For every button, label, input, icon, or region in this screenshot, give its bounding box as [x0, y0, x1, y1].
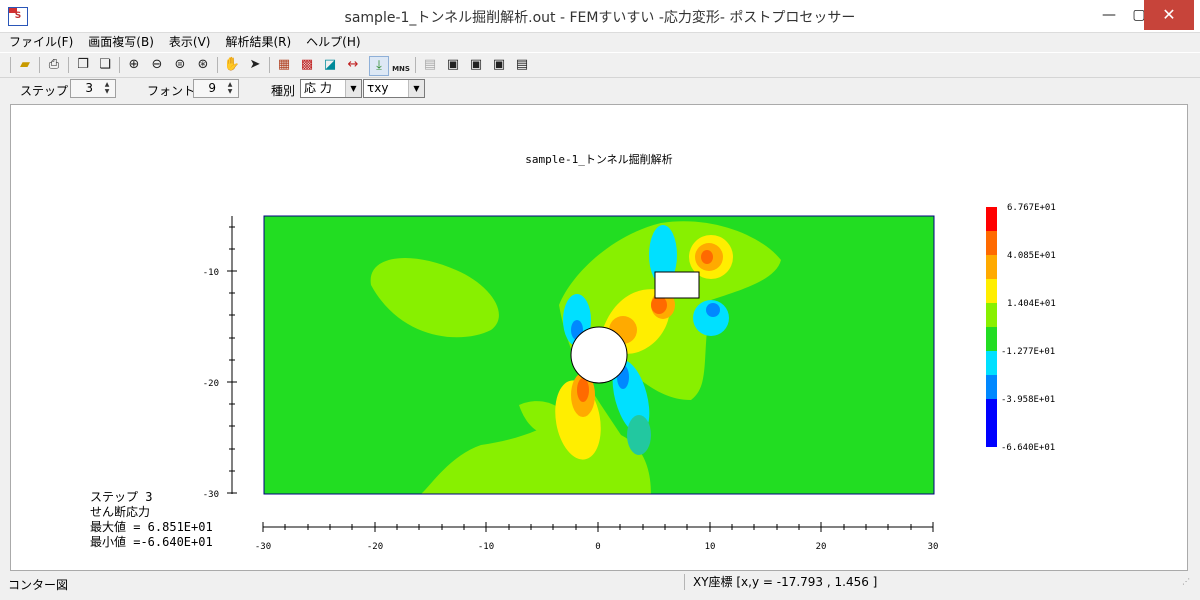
export-icon[interactable]: ⤓: [369, 56, 389, 76]
toolbar-separator: [415, 57, 416, 73]
legend-swatch: [986, 351, 997, 375]
legend-label: -1.277E+01: [1001, 347, 1055, 357]
legend-label: -6.640E+01: [1001, 443, 1055, 453]
panel-c-icon[interactable]: ▣: [490, 56, 508, 74]
grid-disabled-icon: ▤: [423, 57, 437, 72]
x-tick-label: 20: [816, 542, 827, 552]
mesh-number-icon[interactable]: ▩: [298, 56, 316, 74]
plot-canvas[interactable]: sample-1_トンネル掘削解析 -10 -20 -30 -30 -20 -1…: [10, 104, 1188, 571]
title-bar[interactable]: S sample-1_トンネル掘削解析.out - FEMすいすい -応力変形-…: [0, 0, 1200, 33]
zoom-fit-icon[interactable]: ⊜: [171, 56, 189, 74]
kind-value: 応 力: [304, 81, 332, 95]
x-tick-label: -30: [255, 542, 271, 552]
toolbar-separator: [68, 57, 69, 73]
legend-label: 4.085E+01: [1007, 251, 1056, 261]
zoom-window-icon[interactable]: ⊛: [194, 56, 212, 74]
step-value: 3: [85, 81, 93, 95]
dimension-icon[interactable]: ↔: [344, 56, 362, 74]
x-tick-label: 30: [928, 542, 939, 552]
y-tick-label: -10: [203, 268, 219, 278]
menu-bar: ファイル(F) 画面複写(B) 表示(V) 解析結果(R) ヘルプ(H): [0, 32, 1200, 52]
status-bar: コンター図 XY座標 [x,y = -17.793 , 1.456 ] ⋰: [0, 573, 1200, 592]
legend-swatch: [986, 303, 997, 327]
x-axis: -30 -20 -10 0 10 20 30: [255, 522, 939, 552]
copy-all-icon[interactable]: ❏: [96, 56, 114, 74]
info-type: せん断応力: [90, 504, 150, 519]
legend-color-bar: [986, 207, 997, 447]
legend-swatch: [986, 399, 997, 447]
zoom-in-icon[interactable]: ⊕: [125, 56, 143, 74]
contour-plot[interactable]: sample-1_トンネル掘削解析 -10 -20 -30 -30 -20 -1…: [11, 105, 1187, 570]
step-label: ステップ: [20, 84, 69, 98]
info-min: 最小値 =-6.640E+01: [90, 534, 213, 549]
y-axis: -10 -20 -30: [203, 216, 237, 500]
toolbar-separator: [217, 57, 218, 73]
chevron-down-icon[interactable]: ▼: [408, 80, 424, 97]
close-button[interactable]: ✕: [1144, 0, 1194, 30]
toolbar-separator: [269, 57, 270, 73]
resize-grip-icon[interactable]: ⋰: [1182, 577, 1194, 589]
zoom-out-icon[interactable]: ⊖: [148, 56, 166, 74]
spin-arrows-icon[interactable]: ▲ ▼: [223, 81, 237, 96]
menu-screen-copy[interactable]: 画面複写(B): [82, 32, 160, 52]
legend-swatch: [986, 375, 997, 399]
panel-b-icon[interactable]: ▣: [467, 56, 485, 74]
app-window: S sample-1_トンネル掘削解析.out - FEMすいすい -応力変形-…: [0, 0, 1200, 600]
control-bar: ステップ 3 ▲ ▼ フォント 9 ▲ ▼ 種別 応 力 ▼ τxy ▼: [0, 77, 1200, 102]
font-value: 9: [208, 81, 216, 95]
component-select[interactable]: τxy ▼: [363, 79, 425, 98]
font-stepper[interactable]: 9 ▲ ▼: [193, 79, 239, 98]
y-tick-label: -20: [203, 379, 219, 389]
x-tick-label: -20: [367, 542, 383, 552]
mesh-icon[interactable]: ▦: [275, 56, 293, 74]
menu-view[interactable]: 表示(V): [163, 32, 217, 52]
panel-d-icon[interactable]: ▤: [513, 56, 531, 74]
menu-results[interactable]: 解析結果(R): [219, 32, 297, 52]
legend-swatch: [986, 279, 997, 303]
kind-select[interactable]: 応 力 ▼: [300, 79, 362, 98]
toolbar: ▰ ⎙ ❐ ❏ ⊕ ⊖ ⊜ ⊛ ✋ ➤ ▦ ▩ ◪ ↔ ⤓ MNS ▤ ▣ ▣ …: [0, 52, 1200, 78]
open-folder-icon[interactable]: ▰: [16, 56, 34, 74]
step-stepper[interactable]: 3 ▲ ▼: [70, 79, 116, 98]
rectangular-opening: [654, 271, 700, 299]
chevron-down-icon[interactable]: ▼: [345, 80, 361, 97]
menu-file[interactable]: ファイル(F): [3, 32, 79, 52]
legend-label: 6.767E+01: [1007, 203, 1056, 213]
spin-arrows-icon[interactable]: ▲ ▼: [100, 81, 114, 96]
legend-swatch: [986, 231, 997, 255]
info-max: 最大値 = 6.851E+01: [90, 519, 213, 534]
status-mode: コンター図: [8, 578, 69, 592]
x-tick-label: 0: [595, 542, 600, 552]
menu-help[interactable]: ヘルプ(H): [300, 32, 366, 52]
select-arrow-icon[interactable]: ➤: [246, 56, 264, 74]
kind-label: 種別: [271, 84, 296, 98]
legend-label: 1.404E+01: [1007, 299, 1056, 309]
status-coordinates: XY座標 [x,y = -17.793 , 1.456 ]: [684, 574, 1176, 590]
fill-icon[interactable]: ◪: [321, 56, 339, 74]
info-step: ステップ 3: [90, 490, 152, 504]
result-info: ステップ 3 せん断応力 最大値 = 6.851E+01 最小値 =-6.640…: [90, 490, 213, 549]
x-tick-label: -10: [478, 542, 494, 552]
panel-a-icon[interactable]: ▣: [444, 56, 462, 74]
mns-icon[interactable]: MNS: [392, 56, 410, 74]
x-tick-label: 10: [705, 542, 716, 552]
legend-swatch: [986, 255, 997, 279]
copy-icon[interactable]: ❐: [74, 56, 92, 74]
pan-hand-icon[interactable]: ✋: [223, 56, 241, 74]
font-label: フォント: [147, 84, 196, 98]
legend-swatch: [986, 327, 997, 351]
legend-label: -3.958E+01: [1001, 395, 1055, 405]
tunnel-opening: [570, 326, 628, 384]
print-icon[interactable]: ⎙: [45, 56, 63, 74]
toolbar-separator: [119, 57, 120, 73]
y-tick-label: -30: [203, 490, 219, 500]
legend-swatch: [986, 207, 997, 231]
plot-title: sample-1_トンネル掘削解析: [525, 152, 672, 166]
toolbar-separator: [10, 57, 11, 73]
legend-labels: 6.767E+01 4.085E+01 1.404E+01 -1.277E+01…: [1001, 203, 1056, 453]
window-title: sample-1_トンネル掘削解析.out - FEMすいすい -応力変形- ポ…: [344, 10, 856, 26]
component-value: τxy: [367, 81, 389, 95]
toolbar-separator: [39, 57, 40, 73]
